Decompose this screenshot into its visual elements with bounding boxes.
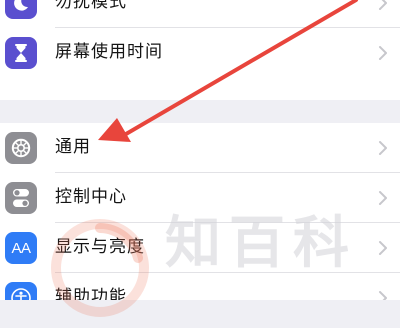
chevron-right-icon	[379, 141, 387, 155]
chevron-right-icon	[379, 0, 387, 10]
settings-row-display-brightness[interactable]: AA 显示与亮度	[0, 223, 400, 273]
chevron-right-icon	[379, 241, 387, 255]
settings-row-accessibility[interactable]: 辅助功能	[0, 273, 400, 300]
settings-group-system: 通用 控制中心 AA 显示与亮度 辅助功能	[0, 123, 400, 300]
settings-group-focus: 勿扰模式 屏幕使用时间	[0, 0, 400, 100]
settings-row-label: 勿扰模式	[55, 0, 127, 12]
settings-row-screen-time[interactable]: 屏幕使用时间	[0, 28, 400, 78]
settings-row-general[interactable]: 通用	[0, 123, 400, 173]
settings-row-control-center[interactable]: 控制中心	[0, 173, 400, 223]
text-size-icon-glyph: AA	[11, 239, 31, 257]
toggle-icon	[5, 182, 37, 214]
settings-row-label: 显示与亮度	[55, 237, 145, 257]
moon-icon	[5, 0, 37, 19]
settings-row-label: 屏幕使用时间	[55, 42, 163, 62]
gear-icon	[5, 132, 37, 164]
settings-list: 勿扰模式 屏幕使用时间 通用 控制中心 AA 显示与亮度 辅助功能	[0, 0, 400, 300]
settings-row-label: 通用	[55, 137, 91, 157]
chevron-right-icon	[379, 46, 387, 60]
text-size-icon: AA	[5, 232, 37, 264]
settings-row-label: 辅助功能	[55, 287, 127, 300]
settings-row-do-not-disturb[interactable]: 勿扰模式	[0, 0, 400, 28]
chevron-right-icon	[379, 191, 387, 205]
hourglass-icon	[5, 37, 37, 69]
settings-row-label: 控制中心	[55, 187, 127, 207]
chevron-right-icon	[379, 291, 387, 300]
accessibility-icon	[5, 282, 37, 300]
